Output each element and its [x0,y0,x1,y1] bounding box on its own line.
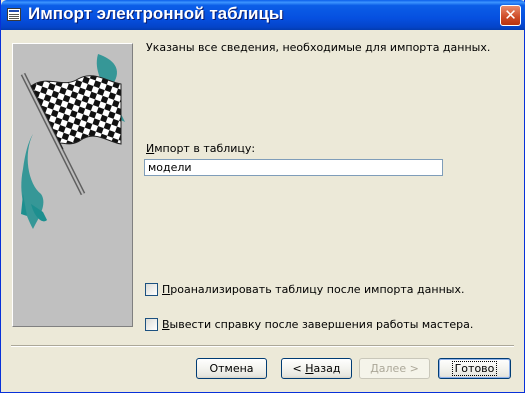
summary-text: Указаны все сведения, необходимые для им… [146,41,491,54]
back-button[interactable]: < Назад [281,358,352,379]
title-bar[interactable]: Импорт электронной таблицы ✕ [1,0,525,30]
cancel-button[interactable]: Отмена [196,358,267,379]
import-table-label-hotkey: И [146,142,155,155]
finish-button-label: Готово [451,361,498,376]
analyze-table-checkbox[interactable] [145,283,158,296]
import-table-label-rest: мпорт в таблицу: [154,142,256,155]
back-button-rest: азад [313,362,341,375]
show-help-checkbox[interactable] [145,318,158,331]
analyze-table-label: Проанализировать таблицу после импорта д… [162,283,464,296]
checkered-flag-icon [20,54,125,229]
table-name-input[interactable] [144,159,443,176]
analyze-table-option[interactable]: Проанализировать таблицу после импорта д… [145,283,464,296]
show-help-option[interactable]: Вывести справку после завершения работы … [145,318,473,331]
back-button-prefix: < [292,362,306,375]
finish-button[interactable]: Готово [438,358,511,379]
show-help-hotkey: В [162,318,170,331]
next-button[interactable]: Далее > [359,358,430,379]
analyze-table-label-rest: роанализировать таблицу после импорта да… [170,283,465,296]
show-help-label-rest: ывести справку после завершения работы м… [169,318,474,331]
close-icon: ✕ [504,6,517,24]
footer-separator [11,345,514,347]
close-button[interactable]: ✕ [500,5,521,26]
wizard-side-image [12,43,133,327]
window-form-icon [7,8,21,21]
back-button-hotkey: Н [305,362,314,375]
import-spreadsheet-dialog: Импорт электронной таблицы ✕ Указаны все… [0,0,525,393]
import-table-label: Импорт в таблицу: [146,142,255,155]
show-help-label: Вывести справку после завершения работы … [162,318,473,331]
window-title: Импорт электронной таблицы [28,4,284,23]
